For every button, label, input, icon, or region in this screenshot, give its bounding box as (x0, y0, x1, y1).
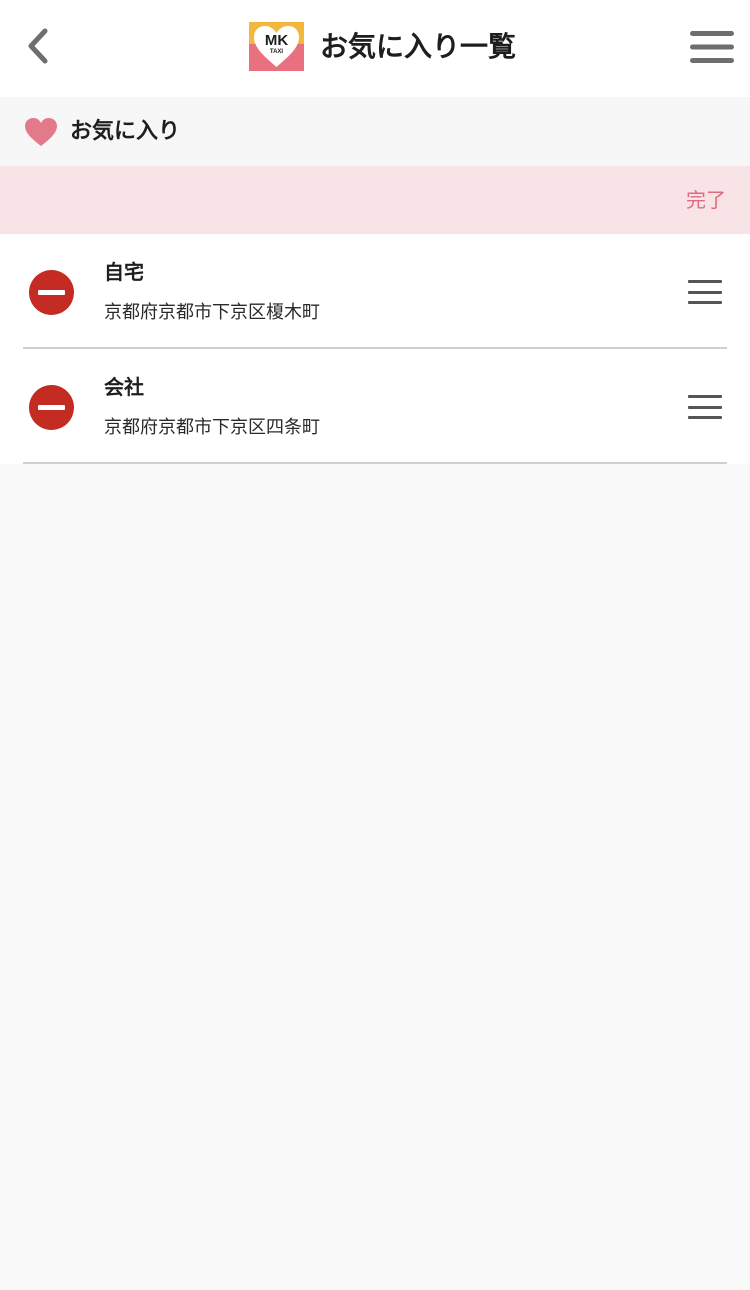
section-title: お気に入り (70, 119, 181, 144)
logo-subtext: TAXI (270, 49, 284, 55)
back-button[interactable] (16, 22, 60, 70)
minus-circle-icon[interactable] (29, 270, 74, 315)
favorite-name: 自宅 (104, 260, 144, 284)
drag-handle-icon[interactable] (684, 276, 726, 308)
top-app-bar: MK TAXI お気に入り一覧 (0, 0, 750, 97)
logo-text: MK (265, 32, 288, 49)
menu-button[interactable] (684, 24, 740, 70)
hamburger-menu-icon (690, 31, 734, 63)
list-item: 会社 京都府京都市下京区四条町 (0, 349, 750, 464)
page-title: お気に入り一覧 (320, 30, 517, 63)
done-button[interactable]: 完了 (686, 180, 726, 220)
favorite-name: 会社 (104, 375, 144, 399)
edit-bar (0, 166, 750, 234)
drag-handle-icon[interactable] (684, 391, 726, 423)
list-item: 自宅 京都府京都市下京区榎木町 (0, 234, 750, 349)
chevron-left-icon (28, 28, 48, 64)
favorite-address: 京都府京都市下京区榎木町 (104, 302, 320, 323)
mk-taxi-logo: MK TAXI (249, 22, 304, 71)
row-divider (23, 462, 727, 464)
heart-icon (25, 118, 57, 146)
favorite-address: 京都府京都市下京区四条町 (104, 417, 320, 438)
favorites-list: 自宅 京都府京都市下京区榎木町 会社 京都府京都市下京区四条町 (0, 234, 750, 464)
minus-circle-icon[interactable] (29, 385, 74, 430)
